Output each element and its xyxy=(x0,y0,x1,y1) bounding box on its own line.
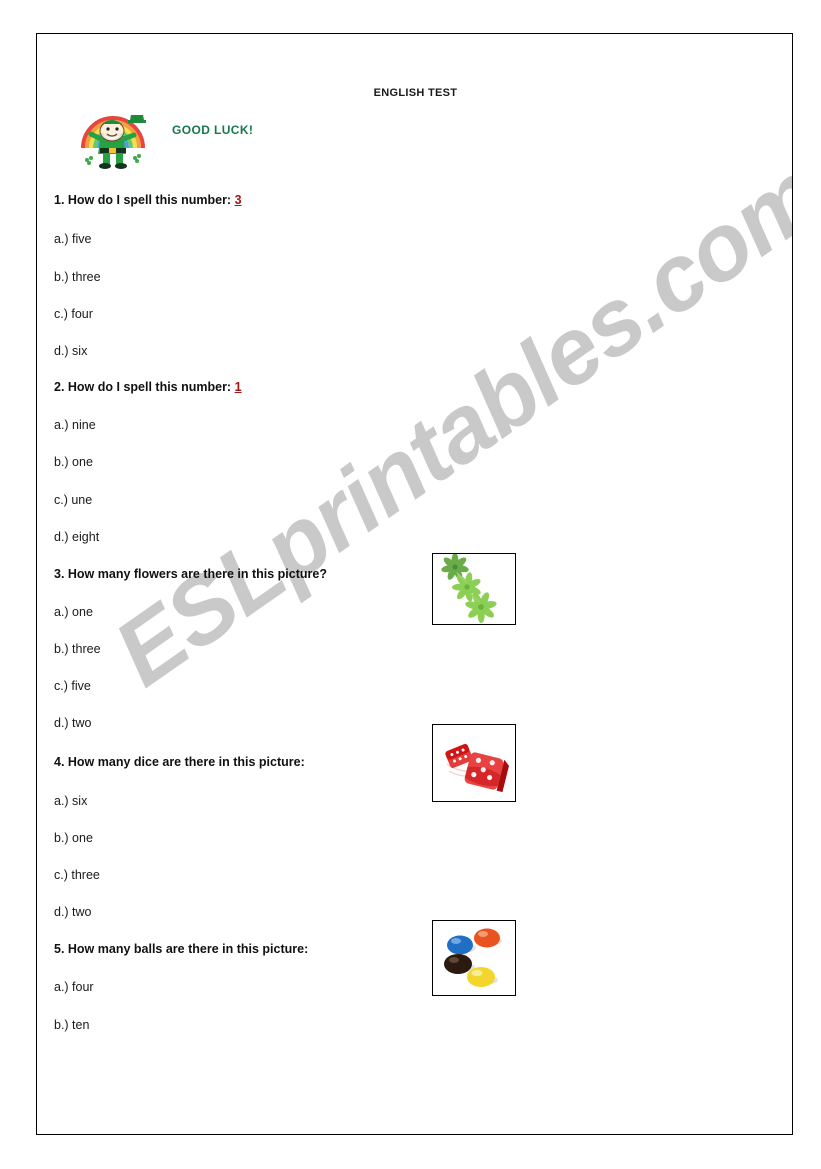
option-5-b[interactable]: b.) ten xyxy=(54,1018,89,1032)
number-cue-1: 3 xyxy=(234,193,242,207)
leprechaun-rainbow-icon xyxy=(73,98,151,170)
option-1-a[interactable]: a.) five xyxy=(54,232,92,246)
option-4-d[interactable]: d.) two xyxy=(54,905,92,919)
option-2-d[interactable]: d.) eight xyxy=(54,530,99,544)
balls-picture xyxy=(432,920,516,996)
option-2-c[interactable]: c.) une xyxy=(54,493,92,507)
question-block-1: 1. How do I spell this number: 3 xyxy=(54,194,574,207)
option-2-b[interactable]: b.) one xyxy=(54,455,93,469)
question-prompt-1: 1. How do I spell this number: 3 xyxy=(54,193,242,207)
worksheet-content: ENGLISH TEST GOOD LUCK! 1. How do I spel… xyxy=(37,34,792,1134)
option-1-d[interactable]: d.) six xyxy=(54,344,87,358)
dice-picture xyxy=(432,724,516,802)
worksheet-page: ESLprintables.com ENGLISH TEST GOOD LUCK… xyxy=(36,33,793,1135)
option-3-a[interactable]: a.) one xyxy=(54,605,93,619)
option-1-c[interactable]: c.) four xyxy=(54,307,93,321)
flowers-picture xyxy=(432,553,516,625)
option-2-a[interactable]: a.) nine xyxy=(54,418,96,432)
question-prompt-2: 2. How do I spell this number: 1 xyxy=(54,380,242,394)
option-3-b[interactable]: b.) three xyxy=(54,642,101,656)
good-luck-label: GOOD LUCK! xyxy=(172,123,254,137)
option-1-b[interactable]: b.) three xyxy=(54,270,101,284)
option-4-c[interactable]: c.) three xyxy=(54,868,100,882)
option-5-a[interactable]: a.) four xyxy=(54,980,94,994)
option-4-a[interactable]: a.) six xyxy=(54,794,87,808)
option-3-c[interactable]: c.) five xyxy=(54,679,91,693)
option-3-d[interactable]: d.) two xyxy=(54,716,92,730)
option-4-b[interactable]: b.) one xyxy=(54,831,93,845)
number-cue-2: 1 xyxy=(234,380,242,394)
question-block-2: 2. How do I spell this number: 1 xyxy=(54,381,574,394)
